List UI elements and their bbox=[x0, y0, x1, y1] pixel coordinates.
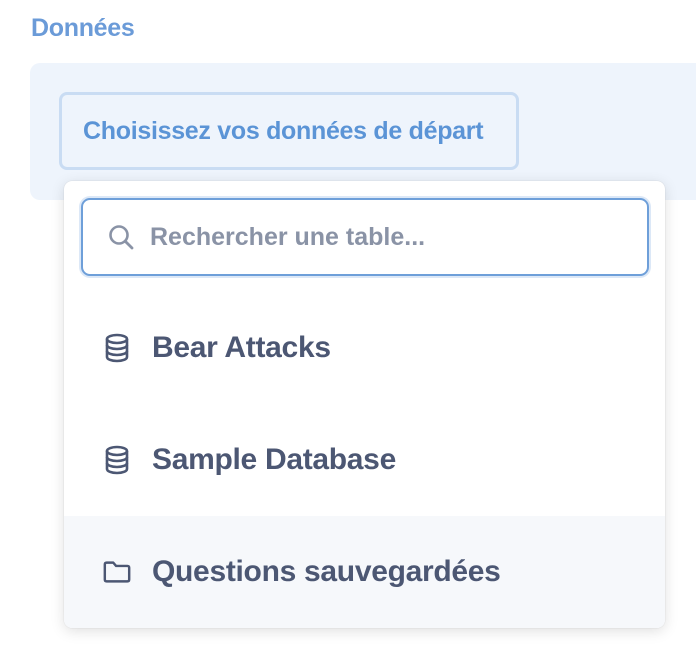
list-item-sample-database[interactable]: Sample Database bbox=[64, 404, 665, 516]
pick-starting-data-button[interactable]: Choisissez vos données de départ bbox=[59, 92, 519, 170]
search-input[interactable] bbox=[150, 200, 647, 274]
list-item-saved-questions[interactable]: Questions sauvegardées bbox=[64, 516, 665, 628]
list-item-label: Bear Attacks bbox=[152, 331, 331, 364]
section-title-data: Données bbox=[31, 14, 135, 42]
list-item-label: Sample Database bbox=[152, 443, 396, 476]
list-item-label: Questions sauvegardées bbox=[152, 555, 501, 588]
folder-icon bbox=[102, 557, 132, 587]
search-field[interactable] bbox=[81, 198, 649, 276]
list-item-bear-attacks[interactable]: Bear Attacks bbox=[64, 292, 665, 404]
database-list: Bear Attacks Sample Database Questions s… bbox=[64, 292, 665, 628]
database-icon bbox=[102, 333, 132, 363]
database-icon bbox=[102, 445, 132, 475]
search-icon bbox=[106, 222, 136, 252]
data-picker-popover: Bear Attacks Sample Database Questions s… bbox=[64, 181, 665, 628]
